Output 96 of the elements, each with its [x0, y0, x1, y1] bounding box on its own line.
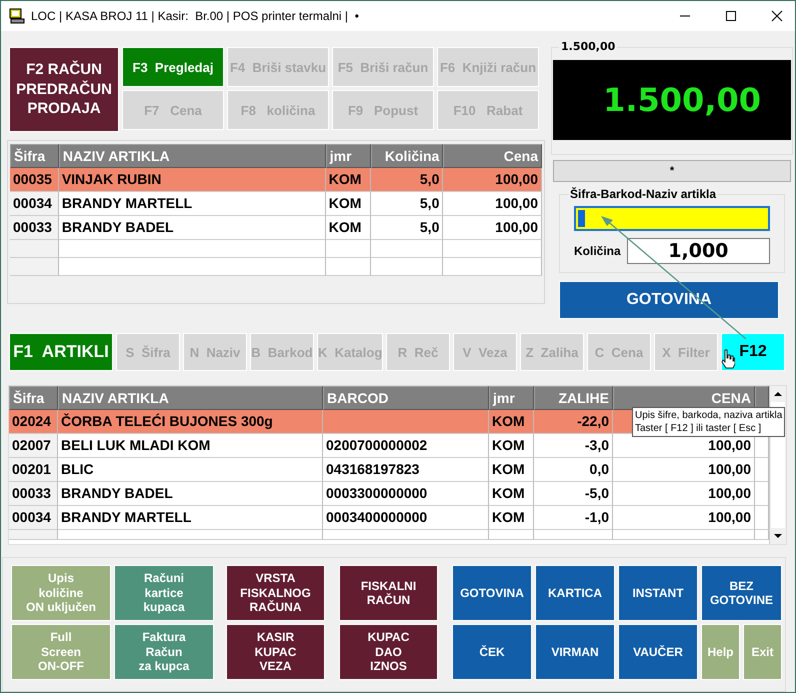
table-cell: 5,0 [420, 171, 440, 187]
table-cell: 0200700000002 [326, 437, 428, 453]
table-cell: 00034 [13, 195, 52, 211]
empty-cell [326, 240, 371, 258]
action-button[interactable]: Faktura Račun za kupca [114, 624, 214, 680]
quantity-field[interactable]: 1,000 [626, 238, 770, 264]
column-header: jmr [326, 144, 371, 168]
table-cell: ČORBA TELEĆI BUJONES 300g [61, 413, 273, 429]
cash-button[interactable]: GOTOVINA [559, 281, 779, 319]
total-caption: 1.500,00 [559, 40, 618, 53]
table-cell: 043168197823 [326, 461, 420, 477]
table-cell: 0,0 [590, 461, 609, 477]
table-cell: BRANDY BADEL [61, 485, 173, 501]
total-display: 1.500,00 [553, 60, 791, 140]
column-header: ZALIHE [534, 386, 613, 410]
group-label: Šifra-Barkod-Naziv artikla [569, 187, 718, 201]
table-cell: KOM [492, 413, 525, 429]
action-button[interactable]: FISKALNI RAČUN [339, 565, 438, 621]
table-row[interactable]: 00201 BLIC 043168197823 KOM 0,0 100,00 [9, 458, 769, 482]
action-button[interactable]: VIRMAN [535, 624, 615, 680]
table-cell: 100,00 [495, 171, 538, 187]
action-button[interactable]: Računi kartice kupaca [114, 565, 214, 621]
table-cell: 0003300000000 [326, 485, 428, 501]
code-input-field[interactable] [574, 206, 770, 231]
table-cell: KOM [328, 195, 362, 211]
column-header: Cena [443, 144, 542, 168]
table-cell: -1,0 [584, 509, 609, 525]
table-row[interactable]: 00034 BRANDY MARTELL 0003400000000 KOM -1,0 100,00 [9, 506, 769, 530]
scroll-down-icon[interactable] [773, 532, 783, 540]
scroll-up-icon[interactable] [773, 390, 783, 398]
table-cell: KOM [492, 509, 525, 525]
table-cell: -5,0 [584, 485, 609, 501]
computer-icon [9, 8, 25, 24]
table-cell: BRANDY MARTELL [61, 509, 192, 525]
column-header: Količina [370, 144, 444, 168]
table-cell: 100,00 [495, 219, 538, 235]
table-cell: -3,0 [584, 437, 609, 453]
table-cell: KOM [492, 437, 525, 453]
table-cell: KOM [328, 219, 362, 235]
table-cell: VINJAK RUBIN [62, 171, 162, 187]
table-cell: 5,0 [420, 219, 440, 235]
table-cell: 00035 [13, 171, 52, 187]
action-button[interactable]: VRSTA FISKALNOG RAČUNA [226, 565, 325, 621]
table-cell: 02024 [12, 413, 51, 429]
table-cell: 00033 [12, 485, 51, 501]
column-header: BARCOD [323, 386, 489, 410]
column-header: Šifra [10, 144, 59, 168]
action-button[interactable]: KASIR KUPAC VEZA [226, 624, 325, 680]
table-cell: BLIC [61, 461, 94, 477]
table-cell: 00034 [12, 509, 51, 525]
table-cell: 100,00 [495, 195, 538, 211]
table-cell: 0003400000000 [326, 509, 428, 525]
empty-cell [10, 240, 59, 258]
table-cell: BRANDY BADEL [62, 219, 174, 235]
empty-cell [10, 258, 59, 276]
table-cell: KOM [492, 461, 525, 477]
table-row[interactable]: 00034 BRANDY MARTELL KOM 5,0 100,00 [10, 192, 542, 216]
table-cell: KOM [328, 171, 362, 187]
column-header: NAZIV ARTIKLA [58, 386, 323, 410]
table-row[interactable]: 00033 BRANDY BADEL KOM 5,0 100,00 [10, 216, 542, 240]
empty-cell [326, 258, 371, 276]
maximize-icon[interactable] [725, 10, 737, 22]
hand-cursor-icon [721, 349, 735, 369]
action-button[interactable]: GOTOVINA [452, 565, 532, 621]
column-header: jmr [489, 386, 534, 410]
column-header: Šifra [9, 386, 58, 410]
status-strip: * [553, 160, 791, 182]
empty-cell [489, 530, 534, 540]
table-cell: 100,00 [708, 509, 751, 525]
action-button[interactable]: INSTANT [618, 565, 698, 621]
table-cell: -22,0 [577, 413, 609, 429]
table-cell: 100,00 [708, 461, 751, 477]
column-header: NAZIV ARTIKLA [58, 144, 326, 168]
action-button[interactable]: KUPAC DAO IZNOS [339, 624, 438, 680]
action-button[interactable]: KARTICA [535, 565, 615, 621]
table-cell: 02007 [12, 437, 51, 453]
action-button[interactable]: ČEK [452, 624, 532, 680]
close-icon[interactable] [771, 10, 783, 22]
table-cell: BELI LUK MLADI KOM [61, 437, 210, 453]
action-button[interactable]: VAUČER [618, 624, 698, 680]
action-button[interactable]: BEZ GOTOVINE [701, 565, 782, 621]
tooltip: Upis šifre, barkoda, naziva artikla Taster [ F12 ] ili taster [ Esc ] [632, 407, 786, 437]
empty-cell [9, 530, 58, 540]
mode-button[interactable]: F2 RAČUN PREDRAČUN PRODAJA [9, 47, 119, 132]
window-title: LOC | KASA BROJ 11 | Kasir: Br.00 | POS printer termalni | • [31, 9, 359, 23]
function-key[interactable]: F3 Pregledaj [122, 47, 224, 87]
table-cell: 100,00 [708, 437, 751, 453]
table-row[interactable]: 00033 BRANDY BADEL 0003300000000 KOM -5,0 100,00 [9, 482, 769, 506]
table-cell: 00201 [12, 461, 51, 477]
table-cell: 00033 [13, 219, 52, 235]
quantity-label: Količina [574, 244, 621, 258]
table-cell: 100,00 [708, 485, 751, 501]
table-cell: BRANDY MARTELL [62, 195, 192, 211]
table-cell: 5,0 [420, 195, 440, 211]
table-cell: KOM [492, 485, 525, 501]
search-tab[interactable]: F1 ARTIKLI [9, 333, 113, 371]
